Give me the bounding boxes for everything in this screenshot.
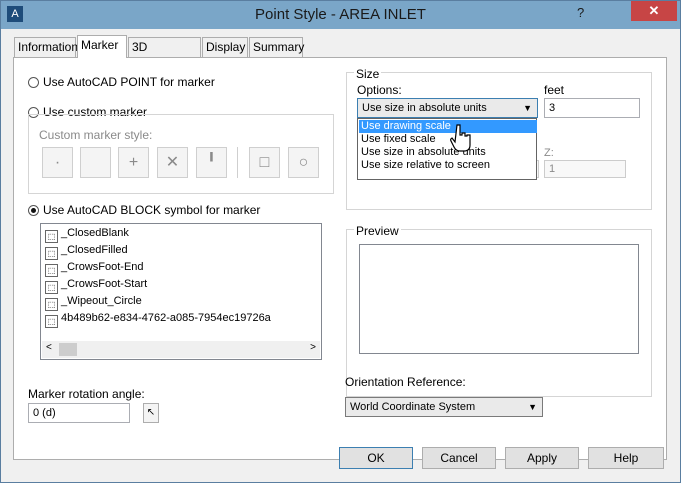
orientation-label: Orientation Reference: bbox=[345, 375, 466, 389]
z-scale-input[interactable]: 1 bbox=[544, 160, 626, 178]
ok-button[interactable]: OK bbox=[339, 447, 413, 469]
rotation-label: Marker rotation angle: bbox=[28, 387, 145, 401]
rotation-input[interactable]: 0 (d) bbox=[28, 403, 130, 423]
use-point-label[interactable]: Use AutoCAD POINT for marker bbox=[43, 75, 215, 89]
tab-display[interactable]: Display bbox=[202, 37, 248, 57]
scroll-right-icon[interactable]: > bbox=[310, 342, 316, 353]
scroll-left-icon[interactable]: < bbox=[46, 342, 52, 353]
list-item[interactable]: ⬚ _Wipeout_Circle bbox=[45, 293, 142, 311]
marker-x-button[interactable]: ✕ bbox=[157, 147, 188, 178]
dropdown-option-absolute-units[interactable]: Use size in absolute units bbox=[359, 146, 537, 159]
block-list[interactable]: ⬚ _ClosedBlank ⬚ _ClosedFilled ⬚ _CrowsFoot… bbox=[40, 223, 322, 360]
chevron-down-icon: ▼ bbox=[528, 402, 537, 412]
scrollbar-thumb[interactable] bbox=[59, 343, 77, 356]
pick-angle-icon[interactable]: ↖ bbox=[143, 403, 159, 423]
marker-separator bbox=[237, 147, 238, 178]
marker-circle-button[interactable]: ○ bbox=[288, 147, 319, 178]
size-input[interactable]: 3 bbox=[544, 98, 640, 118]
marker-tab-panel: Use AutoCAD POINT for marker Use custom … bbox=[13, 57, 667, 460]
chevron-down-icon: ▼ bbox=[523, 103, 532, 113]
dialog-client: Information Marker 3D Geometry Display S… bbox=[8, 29, 673, 475]
dropdown-option-relative-screen[interactable]: Use size relative to screen bbox=[359, 159, 537, 172]
list-item[interactable]: ⬚ 4b489b62-e834-4762-a085-7954ec19726a bbox=[45, 310, 271, 328]
dialog-window: A Point Style - AREA INLET ? ✕ Informati… bbox=[0, 0, 681, 483]
cancel-button[interactable]: Cancel bbox=[422, 447, 496, 469]
tab-summary[interactable]: Summary bbox=[249, 37, 304, 57]
dropdown-option-fixed-scale[interactable]: Use fixed scale bbox=[359, 133, 537, 146]
custom-style-label: Custom marker style: bbox=[39, 128, 153, 142]
list-item[interactable]: ⬚ _ClosedBlank bbox=[45, 225, 129, 243]
help-title-button[interactable]: ? bbox=[577, 5, 584, 20]
preview-canvas bbox=[359, 244, 639, 354]
use-point-radio[interactable] bbox=[28, 77, 39, 88]
marker-dot-button[interactable]: · bbox=[42, 147, 73, 178]
block-icon: ⬚ bbox=[45, 315, 58, 328]
use-block-label[interactable]: Use AutoCAD BLOCK symbol for marker bbox=[43, 203, 260, 217]
tab-information[interactable]: Information bbox=[14, 37, 78, 57]
list-item[interactable]: ⬚ _CrowsFoot-Start bbox=[45, 276, 147, 294]
marker-plus-button[interactable]: + bbox=[118, 147, 149, 178]
z-label: Z: bbox=[544, 147, 554, 159]
list-item[interactable]: ⬚ _ClosedFilled bbox=[45, 242, 128, 260]
tab-3d-geometry[interactable]: 3D Geometry bbox=[128, 37, 201, 72]
block-list-scrollbar[interactable]: < > bbox=[42, 341, 320, 358]
title-bar[interactable]: A Point Style - AREA INLET ? ✕ bbox=[1, 1, 680, 29]
size-options-select[interactable]: Use size in absolute units ▼ bbox=[357, 98, 538, 118]
size-options-dropdown[interactable]: Use drawing scale Use fixed scale Use si… bbox=[357, 118, 537, 180]
marker-square-button[interactable]: □ bbox=[249, 147, 280, 178]
list-item[interactable]: ⬚ _CrowsFoot-End bbox=[45, 259, 144, 277]
tab-marker[interactable]: Marker bbox=[77, 35, 127, 58]
hand-cursor-icon bbox=[450, 124, 471, 152]
marker-none-button[interactable] bbox=[80, 147, 111, 178]
units-label: feet bbox=[544, 83, 565, 97]
size-group-label: Size bbox=[354, 67, 382, 81]
dropdown-option-drawing-scale[interactable]: Use drawing scale bbox=[359, 120, 537, 133]
apply-button[interactable]: Apply bbox=[505, 447, 579, 469]
orientation-select[interactable]: World Coordinate System ▼ bbox=[345, 397, 543, 417]
help-button[interactable]: Help bbox=[588, 447, 664, 469]
preview-label: Preview bbox=[354, 224, 401, 238]
close-button[interactable]: ✕ bbox=[631, 1, 677, 21]
marker-tick-button[interactable]: ╹ bbox=[196, 147, 227, 178]
use-block-radio[interactable] bbox=[28, 205, 39, 216]
size-options-label: Options: bbox=[357, 83, 402, 97]
